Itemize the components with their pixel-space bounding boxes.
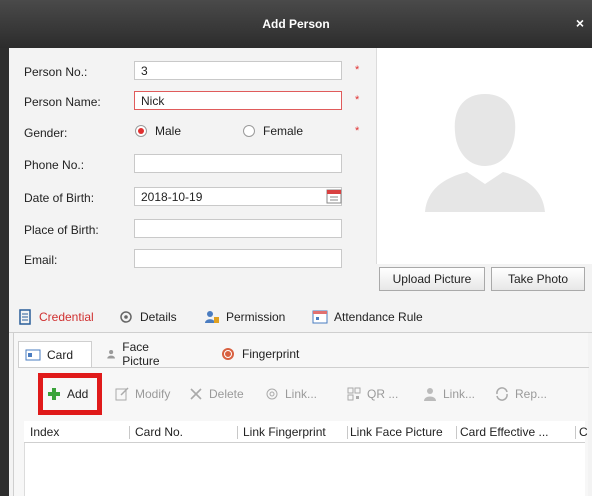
person-no-input[interactable]: 3: [134, 61, 342, 80]
qr-label: QR ...: [367, 387, 399, 401]
gender-male-label: Male: [155, 124, 182, 138]
qr-button[interactable]: QR ...: [346, 386, 398, 402]
add-label: Add: [67, 387, 89, 401]
column-header-link-face-picture[interactable]: Link Face Picture: [350, 425, 443, 439]
column-header-card-no[interactable]: Card No.: [135, 425, 183, 439]
credential-icon: [19, 309, 31, 325]
details-icon: [120, 311, 132, 323]
tab-permission[interactable]: Permission: [204, 309, 285, 325]
radio-unselected-icon: [243, 125, 255, 137]
upload-picture-button[interactable]: Upload Picture: [379, 267, 485, 291]
place-of-birth-input[interactable]: [134, 219, 342, 238]
plus-icon: [48, 388, 60, 400]
credential-pane: Card Face Picture Fingerprint Add Modify…: [13, 333, 589, 496]
email-label: Email:: [24, 253, 58, 267]
column-separator[interactable]: [129, 426, 130, 439]
permission-icon: [205, 311, 219, 323]
link-fingerprint-icon: [266, 388, 278, 400]
column-separator[interactable]: [456, 426, 457, 439]
calendar-icon[interactable]: [326, 188, 342, 204]
photo-area: [376, 48, 592, 264]
tab-details-label: Details: [140, 310, 177, 324]
link-face-button[interactable]: Link...: [422, 386, 475, 402]
person-silhouette-icon: [425, 94, 545, 212]
qr-icon: [347, 387, 361, 401]
radio-selected-icon: [135, 125, 147, 137]
person-name-input[interactable]: Nick: [134, 91, 342, 110]
replace-label: Rep...: [515, 387, 548, 401]
subtab-card-label: Card: [47, 347, 74, 362]
subtab-fingerprint[interactable]: Fingerprint: [214, 341, 305, 367]
column-header-truncated[interactable]: C: [579, 425, 588, 439]
subtab-face-picture[interactable]: Face Picture: [100, 340, 171, 368]
tab-attendance-rule[interactable]: Attendance Rule: [312, 309, 423, 325]
column-separator[interactable]: [347, 426, 348, 439]
dob-value: 2018-10-19: [141, 190, 203, 204]
window-frame: [0, 48, 9, 496]
tab-credential[interactable]: Credential: [17, 309, 94, 325]
person-no-label: Person No.:: [24, 65, 88, 79]
tab-credential-label: Credential: [39, 310, 94, 324]
replace-button[interactable]: Rep...: [494, 386, 547, 402]
take-photo-button[interactable]: Take Photo: [491, 267, 585, 291]
column-header-card-effective[interactable]: Card Effective ...: [460, 425, 548, 439]
card-table-body: [24, 443, 585, 496]
column-separator[interactable]: [237, 426, 238, 439]
modify-icon: [115, 387, 129, 401]
required-mark: *: [355, 64, 360, 76]
column-header-link-fingerprint[interactable]: Link Fingerprint: [243, 425, 326, 439]
subtab-face-picture-label: Face Picture: [122, 340, 160, 368]
email-input[interactable]: [134, 249, 342, 268]
delete-button[interactable]: Delete: [188, 386, 244, 402]
link-face-icon: [424, 388, 436, 401]
window-title: Add Person: [262, 17, 330, 31]
title-bar: Add Person ×: [0, 0, 592, 48]
gender-female-radio[interactable]: Female: [243, 124, 303, 138]
person-name-label: Person Name:: [24, 95, 101, 109]
dob-input[interactable]: 2018-10-19: [134, 187, 342, 206]
delete-label: Delete: [209, 387, 244, 401]
gender-male-radio[interactable]: Male: [135, 124, 181, 138]
fingerprint-icon: [222, 348, 234, 360]
tab-attendance-rule-label: Attendance Rule: [334, 310, 423, 324]
phone-input[interactable]: [134, 154, 342, 173]
card-toolbar: Add Modify Delete Link... QR ... Link...…: [18, 367, 589, 417]
gender-female-label: Female: [263, 124, 304, 138]
tab-details[interactable]: Details: [118, 309, 177, 325]
replace-icon: [496, 387, 508, 401]
modify-button[interactable]: Modify: [114, 386, 170, 402]
attendance-icon: [312, 310, 328, 324]
tab-permission-label: Permission: [226, 310, 286, 324]
dialog-body: Person No.: 3 * Person Name: Nick * Gend…: [9, 48, 592, 496]
subtab-fingerprint-label: Fingerprint: [242, 347, 300, 361]
column-separator[interactable]: [575, 426, 576, 439]
required-mark: *: [355, 94, 360, 106]
card-table-header: Index Card No. Link Fingerprint Link Fac…: [24, 421, 588, 443]
link-fingerprint-label: Link...: [285, 387, 318, 401]
card-icon: [25, 349, 41, 360]
place-of-birth-label: Place of Birth:: [24, 223, 99, 237]
gender-label: Gender:: [24, 126, 68, 140]
add-button[interactable]: Add: [46, 386, 88, 402]
face-icon: [107, 350, 115, 359]
required-mark: *: [355, 125, 360, 137]
subtab-card[interactable]: Card: [18, 341, 92, 367]
phone-label: Phone No.:: [24, 158, 85, 172]
column-header-index[interactable]: Index: [30, 425, 59, 439]
link-fingerprint-button[interactable]: Link...: [264, 386, 317, 402]
delete-icon: [190, 388, 202, 400]
modify-label: Modify: [135, 387, 171, 401]
dob-label: Date of Birth:: [24, 191, 95, 205]
main-tabs: Credential Details Permission Attendance…: [9, 303, 592, 333]
close-icon[interactable]: ×: [576, 15, 584, 31]
link-face-label: Link...: [443, 387, 476, 401]
